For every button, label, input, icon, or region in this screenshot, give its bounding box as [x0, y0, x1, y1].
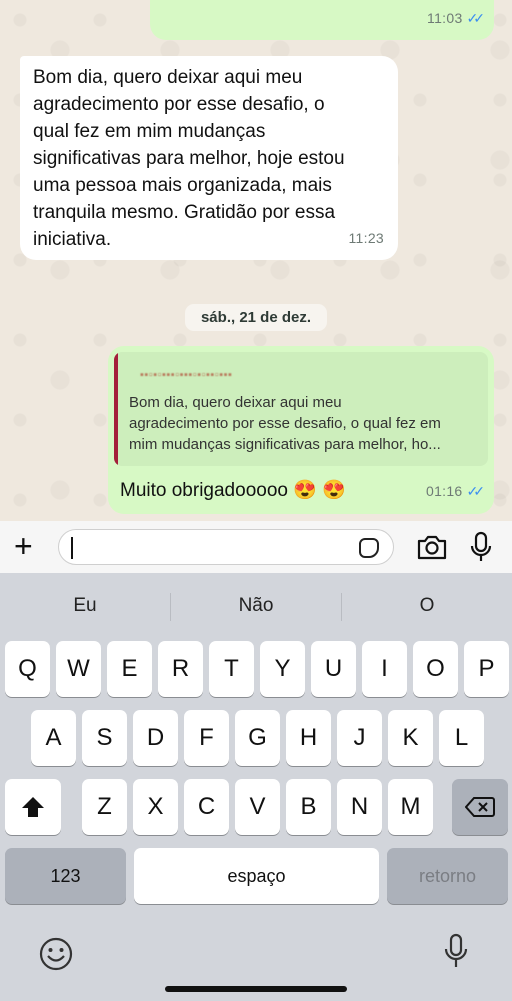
key-s[interactable]: S — [82, 710, 127, 766]
key-l[interactable]: L — [439, 710, 484, 766]
key-f[interactable]: F — [184, 710, 229, 766]
message-time: 11:03 ✓✓ — [427, 5, 486, 32]
key-b[interactable]: B — [286, 779, 331, 835]
date-separator: sáb., 21 de dez. — [185, 304, 327, 331]
key-e[interactable]: E — [107, 641, 152, 697]
message-line: agradecimento por esse desafio, o — [33, 94, 325, 115]
message-input[interactable] — [58, 529, 394, 565]
key-h[interactable]: H — [286, 710, 331, 766]
message-line: iniciativa. — [33, 229, 112, 250]
key-p[interactable]: P — [464, 641, 509, 697]
backspace-icon — [464, 797, 495, 817]
chat-area[interactable]: 11:03 ✓✓ Bom dia, quero deixar aqui meu a… — [0, 0, 512, 521]
dictation-microphone-icon[interactable] — [444, 933, 468, 971]
key-j[interactable]: J — [337, 710, 382, 766]
key-r[interactable]: R — [158, 641, 203, 697]
message-text: Bom dia, quero deixar aqui meu agradecim… — [33, 64, 385, 253]
key-n[interactable]: N — [337, 779, 382, 835]
key-g[interactable]: G — [235, 710, 280, 766]
quote-author-blurred: ▪▪▫▪▫▪▪▪▫▪▪▪▫▪▫▪▪▫▪▪▪ — [140, 369, 233, 381]
message-bubble-outgoing[interactable]: 11:03 ✓✓ — [150, 0, 494, 40]
key-v[interactable]: V — [235, 779, 280, 835]
microphone-icon[interactable] — [470, 531, 492, 563]
quote-line: Bom dia, quero deixar aqui meu — [129, 394, 342, 411]
suggestion-bar: Eu Não O — [0, 573, 512, 639]
numbers-key[interactable]: 123 — [5, 848, 126, 904]
message-bubble-outgoing-reply[interactable]: ▪▪▫▪▫▪▪▪▫▪▪▪▫▪▫▪▪▫▪▪▪ Bom dia, quero dei… — [108, 346, 494, 514]
keyboard: Eu Não O Q W E R T Y U I O P A S D F G H… — [0, 573, 512, 1001]
suggestion-item[interactable]: Eu — [0, 595, 170, 617]
return-key[interactable]: retorno — [387, 848, 508, 904]
emoji-icon[interactable] — [38, 936, 74, 972]
key-z[interactable]: Z — [82, 779, 127, 835]
plus-icon[interactable]: + — [14, 530, 33, 562]
message-line: uma pessoa mais organizada, mais — [33, 175, 332, 196]
key-u[interactable]: U — [311, 641, 356, 697]
message-bubble-incoming[interactable]: Bom dia, quero deixar aqui meu agradecim… — [20, 56, 398, 260]
key-w[interactable]: W — [56, 641, 101, 697]
camera-icon[interactable] — [416, 533, 448, 561]
read-ticks-icon: ✓✓ — [466, 10, 486, 26]
key-x[interactable]: X — [133, 779, 178, 835]
key-k[interactable]: K — [388, 710, 433, 766]
message-time: 01:16 ✓✓ — [426, 478, 486, 505]
shift-key[interactable] — [5, 779, 61, 835]
sticker-icon[interactable] — [359, 538, 379, 558]
message-line: tranquila mesmo. Gratidão por essa — [33, 202, 336, 223]
key-y[interactable]: Y — [260, 641, 305, 697]
key-q[interactable]: Q — [5, 641, 50, 697]
key-d[interactable]: D — [133, 710, 178, 766]
key-t[interactable]: T — [209, 641, 254, 697]
quoted-message[interactable]: ▪▪▫▪▫▪▪▪▫▪▪▪▫▪▫▪▪▫▪▪▪ Bom dia, quero dei… — [114, 352, 488, 466]
key-m[interactable]: M — [388, 779, 433, 835]
key-o[interactable]: O — [413, 641, 458, 697]
home-indicator[interactable] — [165, 986, 347, 992]
quote-bar — [114, 352, 118, 466]
text-caret — [71, 537, 73, 559]
space-key[interactable]: espaço — [134, 848, 379, 904]
message-line: qual fez em mim mudanças — [33, 121, 266, 142]
message-time: 11:23 — [348, 230, 384, 246]
message-text: Muito obrigadooooo 😍 😍 — [120, 480, 346, 501]
backspace-key[interactable] — [452, 779, 508, 835]
message-line: Bom dia, quero deixar aqui meu — [33, 67, 303, 88]
message-line: significativas para melhor, hoje estou — [33, 148, 345, 169]
suggestion-item[interactable]: Não — [171, 595, 341, 617]
quote-text: Bom dia, quero deixar aqui meu agradecim… — [129, 392, 483, 455]
suggestion-item[interactable]: O — [342, 595, 512, 617]
key-i[interactable]: I — [362, 641, 407, 697]
compose-bar: + — [0, 521, 512, 573]
quote-line: mim mudanças significativas para melhor,… — [129, 436, 441, 453]
read-ticks-icon: ✓✓ — [466, 483, 486, 499]
shift-icon — [22, 797, 44, 817]
key-c[interactable]: C — [184, 779, 229, 835]
quote-line: agradecimento por esse desafio, o qual f… — [129, 415, 441, 432]
key-a[interactable]: A — [31, 710, 76, 766]
